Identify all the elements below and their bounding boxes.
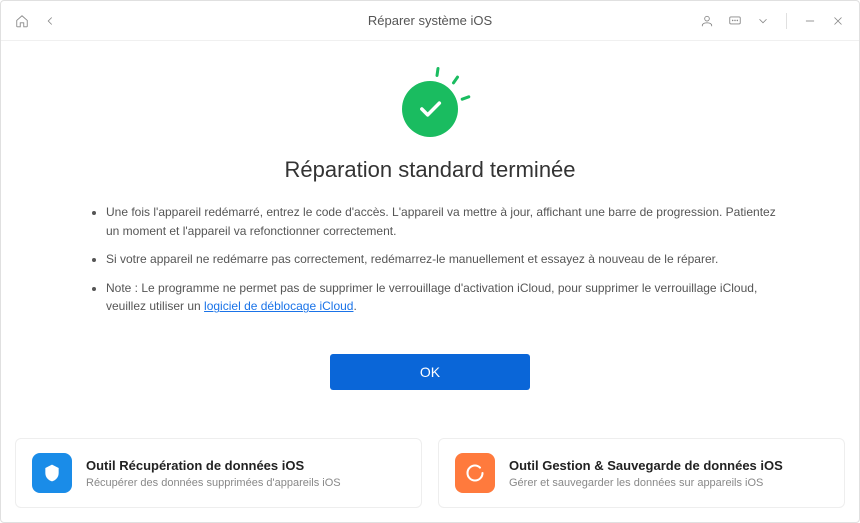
card-text: Outil Gestion & Sauvegarde de données iO… bbox=[509, 458, 783, 489]
promo-cards: Outil Récupération de données iOS Récupé… bbox=[1, 424, 859, 522]
instruction-item: Une fois l'appareil redémarré, entrez le… bbox=[106, 203, 780, 240]
titlebar: Réparer système iOS bbox=[1, 1, 859, 41]
titlebar-right bbox=[700, 13, 845, 29]
card-title: Outil Récupération de données iOS bbox=[86, 458, 341, 473]
minimize-icon[interactable] bbox=[803, 14, 817, 28]
success-icon bbox=[402, 81, 458, 137]
titlebar-left bbox=[15, 14, 57, 28]
icloud-unlock-link[interactable]: logiciel de déblocage iCloud bbox=[204, 299, 353, 313]
card-title: Outil Gestion & Sauvegarde de données iO… bbox=[509, 458, 783, 473]
instruction-item: Si votre appareil ne redémarre pas corre… bbox=[106, 250, 780, 269]
card-subtitle: Gérer et sauvegarder les données sur app… bbox=[509, 477, 783, 489]
ok-button[interactable]: OK bbox=[330, 354, 530, 390]
feedback-icon[interactable] bbox=[728, 14, 742, 28]
ios-data-recovery-card[interactable]: Outil Récupération de données iOS Récupé… bbox=[15, 438, 422, 508]
main-content: Réparation standard terminée Une fois l'… bbox=[1, 41, 859, 424]
window-title: Réparer système iOS bbox=[368, 13, 492, 28]
chevron-down-icon[interactable] bbox=[756, 14, 770, 28]
recovery-icon bbox=[32, 453, 72, 493]
card-subtitle: Récupérer des données supprimées d'appar… bbox=[86, 477, 341, 489]
close-icon[interactable] bbox=[831, 14, 845, 28]
ios-data-management-card[interactable]: Outil Gestion & Sauvegarde de données iO… bbox=[438, 438, 845, 508]
user-icon[interactable] bbox=[700, 14, 714, 28]
success-heading: Réparation standard terminée bbox=[284, 157, 575, 183]
note-suffix: . bbox=[353, 299, 356, 313]
card-text: Outil Récupération de données iOS Récupé… bbox=[86, 458, 341, 489]
instruction-item: Note : Le programme ne permet pas de sup… bbox=[106, 279, 780, 316]
home-icon[interactable] bbox=[15, 14, 29, 28]
back-icon[interactable] bbox=[43, 14, 57, 28]
titlebar-divider bbox=[786, 13, 787, 29]
management-icon bbox=[455, 453, 495, 493]
instructions-list: Une fois l'appareil redémarré, entrez le… bbox=[80, 203, 780, 326]
